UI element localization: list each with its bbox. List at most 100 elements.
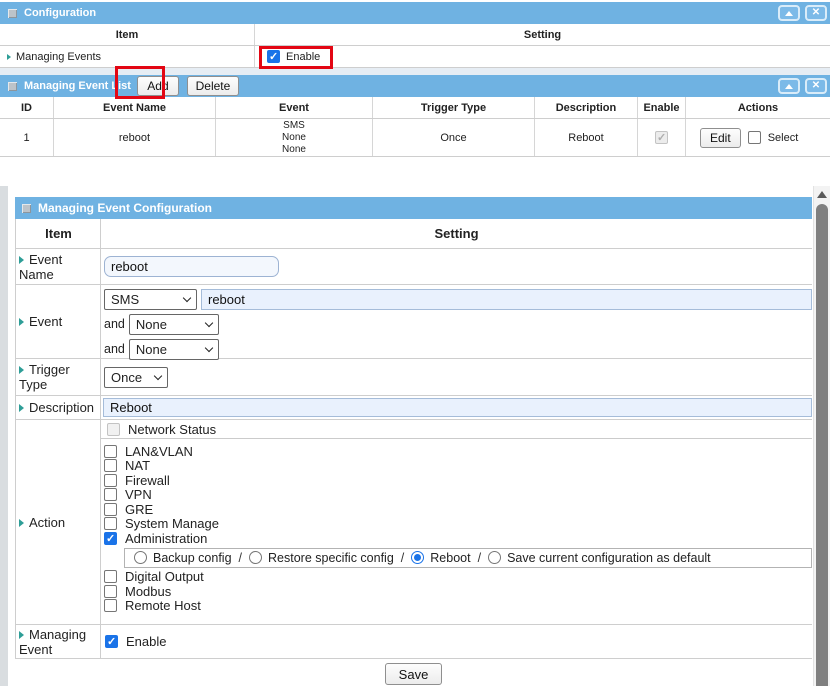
row-enable-cell [638,119,686,156]
action-option: Digital Output [104,570,812,585]
managing-events-row: Managing Events Enable [0,46,830,68]
separator: / [478,551,481,565]
trigger-type-select[interactable]: Once [104,367,168,388]
delete-button[interactable]: Delete [187,76,239,96]
close-button[interactable]: ✕ [805,5,827,21]
event-type-value: SMS [111,292,178,307]
system-manage-label: System Manage [125,516,219,531]
managing-events-label-cell: Managing Events [0,46,255,67]
event-line: None [282,132,306,144]
managing-event-list-header: Managing Event List Add Delete ✕ [0,75,830,97]
configuration-title: Configuration [24,7,96,19]
digital-output-label: Digital Output [125,569,204,584]
edit-button[interactable]: Edit [700,128,741,148]
collapse-button[interactable] [778,78,800,94]
action-option: Modbus [104,584,812,599]
event-configuration-viewport: Managing Event Configuration Item Settin… [0,186,830,686]
managing-events-setting-cell: Enable [255,46,830,67]
save-default-radio[interactable] [488,551,501,564]
event-label-cell: Event [16,285,101,358]
event-value-input[interactable] [201,289,812,310]
event-and2-select[interactable]: None [129,339,219,360]
description-setting-cell [101,396,812,419]
row-trigger-type: Once [373,119,535,156]
managing-event-setting-cell: Enable [101,625,812,658]
description-input[interactable] [103,398,812,417]
system-manage-checkbox[interactable] [104,517,117,530]
managing-event-configuration-title: Managing Event Configuration [38,201,212,215]
save-button[interactable]: Save [385,663,443,685]
event-line: SMS [282,120,306,132]
restore-specific-config-radio[interactable] [249,551,262,564]
managing-event-list-panel: Managing Event List Add Delete ✕ ID Even… [0,75,830,157]
bullet-arrow-icon [19,631,24,639]
scrollbar-up-button[interactable] [814,186,830,203]
firewall-checkbox[interactable] [104,474,117,487]
event-and1-select[interactable]: None [129,314,219,335]
vpn-label: VPN [125,487,152,502]
panel-footer-strip [0,68,830,75]
collapse-icon [785,11,793,16]
row-event-cell: SMS None None [216,119,373,156]
row-event-lines: SMS None None [282,120,306,156]
event-and1-value: None [136,317,200,332]
configuration-header: Configuration ✕ [0,2,830,24]
event-type-select[interactable]: SMS [104,289,197,310]
modbus-label: Modbus [125,584,171,599]
action-option: Remote Host [104,599,812,614]
gre-checkbox[interactable] [104,503,117,516]
managing-event-enable-checkbox[interactable] [105,635,118,648]
network-status-checkbox [107,423,120,436]
event-label: Event [29,314,62,329]
configuration-table-header: Item Setting [0,24,830,46]
window-buttons: ✕ [778,5,830,21]
scrollbar[interactable] [813,186,830,686]
modbus-checkbox[interactable] [104,585,117,598]
backup-config-radio[interactable] [134,551,147,564]
row-actions-cell: Edit Select [686,119,830,156]
managing-event-configuration-header: Managing Event Configuration [15,197,812,219]
trigger-type-row: Trigger Type Once [16,359,812,396]
column-header-event: Event [216,97,373,118]
restore-specific-config-label: Restore specific config [268,551,394,565]
remote-host-label: Remote Host [125,598,201,613]
column-header-description: Description [535,97,638,118]
select-checkbox[interactable] [748,131,761,144]
event-line: None [282,144,306,156]
scrollbar-thumb[interactable] [816,204,828,686]
administration-checkbox[interactable] [104,532,117,545]
save-row: Save [15,659,812,686]
chevron-down-icon [183,293,191,301]
administration-label: Administration [125,531,207,546]
add-button[interactable]: Add [137,76,179,96]
collapse-button[interactable] [778,5,800,21]
event-and2-value: None [136,342,200,357]
close-button[interactable]: ✕ [805,78,827,94]
managing-events-enable-checkbox[interactable] [267,50,280,63]
remote-host-checkbox[interactable] [104,599,117,612]
digital-output-checkbox[interactable] [104,570,117,583]
lan-vlan-checkbox[interactable] [104,445,117,458]
row-description: Reboot [535,119,638,156]
action-label: Action [29,515,65,530]
action-option: GRE [104,502,812,517]
scroll-up-icon [817,191,827,198]
chevron-down-icon [205,318,213,326]
action-option: Administration [104,531,812,546]
gre-label: GRE [125,502,153,517]
event-list-table-header: ID Event Name Event Trigger Type Descrip… [0,97,830,119]
vpn-checkbox[interactable] [104,488,117,501]
separator: / [239,551,242,565]
reboot-label: Reboot [430,551,470,565]
firewall-label: Firewall [125,473,170,488]
configuration-panel: Configuration ✕ Item Setting Managing Ev… [0,2,830,75]
left-gutter [0,186,8,686]
network-status-option: Network Status [101,420,812,439]
column-header-trigger-type: Trigger Type [373,97,535,118]
chevron-down-icon [154,371,162,379]
nat-checkbox[interactable] [104,459,117,472]
event-name-input[interactable] [104,256,279,277]
reboot-radio[interactable] [411,551,424,564]
window-buttons: ✕ [778,78,830,94]
column-header-enable: Enable [638,97,686,118]
